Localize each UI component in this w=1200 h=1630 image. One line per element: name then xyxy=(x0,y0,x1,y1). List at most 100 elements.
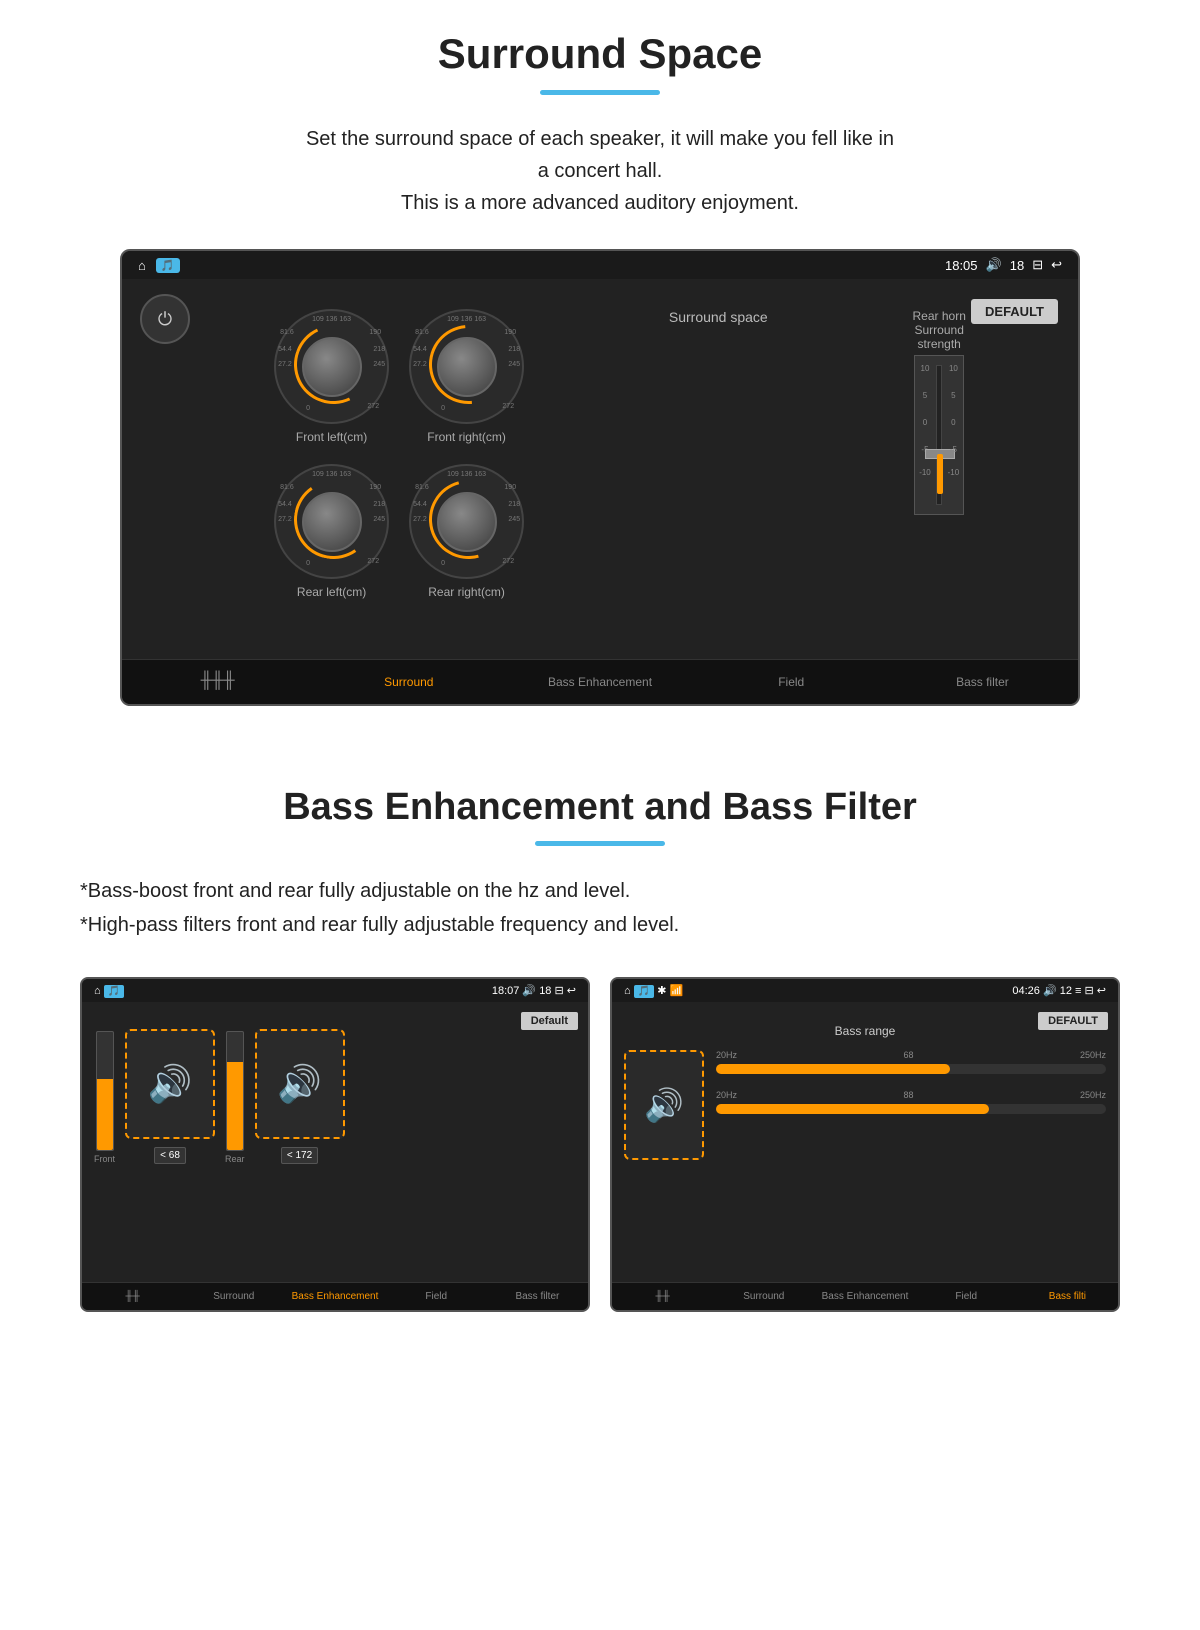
bass-range-label: Bass range xyxy=(624,1024,1106,1038)
bf-slider-track-1[interactable] xyxy=(716,1064,1106,1074)
two-panels: ⌂ 🎵 18:07 🔊 18 ⊟ ↩ Default xyxy=(80,977,1120,1312)
fader-container[interactable]: 10 5 0 -5 -10 10 5 0 xyxy=(914,355,964,515)
device-statusbar: ⌂ 🎵 18:05 🔊 18 ⊟ ↩ xyxy=(122,251,1078,279)
be-value-2: < 172 xyxy=(281,1147,318,1164)
section-surround-space: Surround Space Set the surround space of… xyxy=(0,0,1200,746)
knob-outer-rr[interactable]: 109 136 163 190 218 245 272 81.6 54.4 27… xyxy=(409,464,524,579)
panel-left-status-left: ⌂ 🎵 xyxy=(94,985,124,997)
nav-item-bass-enhancement[interactable]: Bass Enhancement xyxy=(504,663,695,701)
bf-slider-row-2: 20Hz 88 250Hz xyxy=(716,1090,1106,1114)
knob-rear-left: 109 136 163 190 218 245 272 81.6 54.4 27… xyxy=(274,464,389,599)
panel-device-bass-filter: ⌂ 🎵 ✱ 📶 04:26 🔊 12 ≡ ⊟ ↩ DEFAULT Bass ra… xyxy=(610,977,1120,1312)
panel-nav-bass-enhancement[interactable]: Bass Enhancement xyxy=(284,1283,385,1310)
panel-left-screen: Default Front 🔊 xyxy=(82,1002,588,1282)
panel-right-statusbar: ⌂ 🎵 ✱ 📶 04:26 🔊 12 ≡ ⊟ ↩ xyxy=(612,979,1118,1002)
window-icon: ⊟ xyxy=(1032,257,1043,273)
panel-device-bass-enhancement: ⌂ 🎵 18:07 🔊 18 ⊟ ↩ Default xyxy=(80,977,590,1312)
nav-item-equalizer[interactable]: ╫╫╫ xyxy=(122,660,313,704)
app-icon-left: 🎵 xyxy=(104,985,124,998)
bass-filter-sliders: 20Hz 68 250Hz xyxy=(716,1050,1106,1130)
fader-orange-fill xyxy=(937,454,943,494)
left-speaker-group: Front xyxy=(94,1031,115,1164)
bf-slider-fill-2 xyxy=(716,1104,989,1114)
knob-label-fr: Front right(cm) xyxy=(427,430,506,444)
knob-front-right: 109 136 163 190 218 245 272 81.6 54.4 27… xyxy=(409,309,524,444)
nav-item-surround[interactable]: Surround xyxy=(313,663,504,701)
speaker-icon-right: 🔊 xyxy=(277,1063,322,1105)
bass-enhancement-content: Front 🔊 < 68 xyxy=(94,1029,576,1164)
panel-left-nav: ╫╫ Surround Bass Enhancement Field Bass … xyxy=(82,1282,588,1310)
section2-desc: *Bass-boost front and rear fully adjusta… xyxy=(80,874,1120,942)
panel-left-default-btn[interactable]: Default xyxy=(521,1012,578,1030)
panel-right-screen: DEFAULT Bass range 🔊 xyxy=(612,1002,1118,1282)
panel-nav-eq[interactable]: ╫╫ xyxy=(82,1283,183,1310)
panel-right-nav-field[interactable]: Field xyxy=(916,1283,1017,1310)
bf-slider-fill-1 xyxy=(716,1064,950,1074)
panel-right-status-right: 04:26 🔊 12 ≡ ⊟ ↩ xyxy=(1012,984,1106,997)
bass-filter-speaker: 🔊 xyxy=(624,1050,704,1160)
knobs-area: 109 136 163 190 218 245 272 81.6 54.4 27… xyxy=(142,299,1058,609)
panel-left-status-right: 18:07 🔊 18 ⊟ ↩ xyxy=(492,984,576,997)
panel-right-default-btn[interactable]: DEFAULT xyxy=(1038,1012,1108,1030)
knob-label-rl: Rear left(cm) xyxy=(297,585,366,599)
device-nav: ╫╫╫ Surround Bass Enhancement Field Bass… xyxy=(122,659,1078,704)
statusbar-right: 18:05 🔊 18 ⊟ ↩ xyxy=(945,257,1062,273)
panel-right-nav: ╫╫ Surround Bass Enhancement Field Bass … xyxy=(612,1282,1118,1310)
device-screen: ⏻ DEFAULT 109 136 163 190 218 245 272 xyxy=(122,279,1078,659)
panel-nav-bass-filter[interactable]: Bass filter xyxy=(487,1283,588,1310)
equalizer-icon: ╫╫╫ xyxy=(126,672,309,690)
volume-icon: 🔊 xyxy=(986,257,1002,273)
panel-right-nav-bass-filter[interactable]: Bass filti xyxy=(1017,1283,1118,1310)
panel-right-nav-eq[interactable]: ╫╫ xyxy=(612,1283,713,1310)
description: Set the surround space of each speaker, … xyxy=(80,123,1120,219)
speaker-icon-left: 🔊 xyxy=(148,1063,193,1105)
knob-outer-rl[interactable]: 109 136 163 190 218 245 272 81.6 54.4 27… xyxy=(274,464,389,579)
nav-item-bass-filter[interactable]: Bass filter xyxy=(887,663,1078,701)
knob-outer-fl[interactable]: 109 136 163 190 218 245 272 81.6 54.4 27… xyxy=(274,309,389,424)
statusbar-left: ⌂ 🎵 xyxy=(138,258,180,273)
app-icon: 🎵 xyxy=(156,258,180,273)
nav-item-field[interactable]: Field xyxy=(696,663,887,701)
title-underline xyxy=(540,90,660,95)
panel-left-statusbar: ⌂ 🎵 18:07 🔊 18 ⊟ ↩ xyxy=(82,979,588,1002)
home-icon-right: ⌂ xyxy=(624,985,631,997)
home-icon: ⌂ xyxy=(138,258,146,273)
home-icon-left: ⌂ xyxy=(94,985,101,997)
bass-filter-content: Bass range 🔊 20Hz 68 xyxy=(624,1024,1106,1160)
back-icon[interactable]: ↩ xyxy=(1051,257,1062,273)
time-display: 18:05 xyxy=(945,258,978,273)
section2-underline xyxy=(535,841,665,846)
knob-label-rr: Rear right(cm) xyxy=(428,585,505,599)
panel-right-status-left: ⌂ 🎵 ✱ 📶 xyxy=(624,984,683,997)
app-icon-right: 🎵 xyxy=(634,985,654,998)
section-bass: Bass Enhancement and Bass Filter *Bass-b… xyxy=(0,746,1200,1332)
knob-label-fl: Front left(cm) xyxy=(296,430,367,444)
power-button[interactable]: ⏻ xyxy=(140,294,190,344)
battery-level: 18 xyxy=(1010,258,1024,273)
fader-labels-right: 10 5 0 -5 -10 xyxy=(948,364,960,477)
panel-nav-surround[interactable]: Surround xyxy=(183,1283,284,1310)
knob-rear-right: 109 136 163 190 218 245 272 81.6 54.4 27… xyxy=(409,464,524,599)
rear-horn-label: Rear hornSurroundstrength xyxy=(913,309,966,351)
default-button[interactable]: DEFAULT xyxy=(971,299,1058,324)
right-speaker-group: Rear xyxy=(225,1031,245,1164)
speaker-vis-left: 🔊 < 68 xyxy=(125,1029,215,1164)
panel-nav-field[interactable]: Field xyxy=(386,1283,487,1310)
be-slider-left[interactable] xyxy=(96,1031,114,1151)
be-slider-right[interactable] xyxy=(226,1031,244,1151)
device-mockup-1: ⌂ 🎵 18:05 🔊 18 ⊟ ↩ ⏻ DEFAULT xyxy=(120,249,1080,706)
panel-right-nav-surround[interactable]: Surround xyxy=(713,1283,814,1310)
surround-space-label: Surround space xyxy=(648,309,788,325)
knob-front-left: 109 136 163 190 218 245 272 81.6 54.4 27… xyxy=(274,309,389,444)
bf-slider-track-2[interactable] xyxy=(716,1104,1106,1114)
bass-filter-layout: 🔊 20Hz 68 250Hz xyxy=(624,1050,1106,1160)
bf-slider-row-1: 20Hz 68 250Hz xyxy=(716,1050,1106,1074)
fader-labels-left: 10 5 0 -5 -10 xyxy=(919,364,931,477)
be-value-1: < 68 xyxy=(154,1147,186,1164)
panel-right-nav-bass-enhancement[interactable]: Bass Enhancement xyxy=(814,1283,915,1310)
speaker-vis-right: 🔊 < 172 xyxy=(255,1029,345,1164)
knob-outer-fr[interactable]: 109 136 163 190 218 245 272 81.6 54.4 27… xyxy=(409,309,524,424)
page-title: Surround Space xyxy=(80,30,1120,78)
right-panel: Rear hornSurroundstrength 10 5 0 -5 -10 xyxy=(913,309,966,515)
knob-grid: 109 136 163 190 218 245 272 81.6 54.4 27… xyxy=(274,309,524,599)
